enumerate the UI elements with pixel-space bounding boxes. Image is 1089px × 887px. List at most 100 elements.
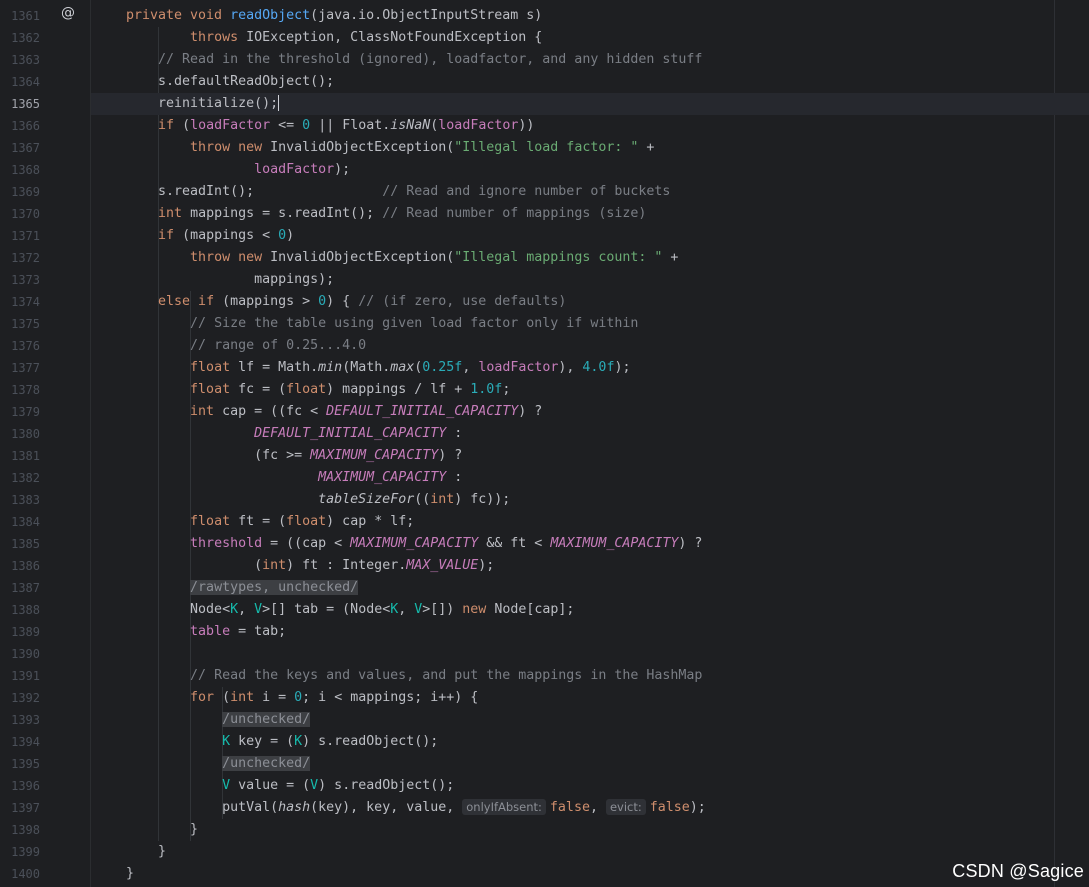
code-text: if (loadFactor <= 0 || Float.isNaN(loadF… [158, 118, 535, 133]
code-text: int mappings = s.readInt(); // Read numb… [158, 206, 647, 221]
code-line[interactable]: float fc = (float) mappings / lf + 1.0f; [91, 379, 1089, 401]
line-number: 1368 [11, 163, 40, 177]
code-line[interactable]: for (int i = 0; i < mappings; i++) { [91, 687, 1089, 709]
line-number: 1400 [11, 867, 40, 881]
code-editor[interactable]: private void readObject(java.io.ObjectIn… [91, 0, 1089, 887]
code-line[interactable]: V value = (V) s.readObject(); [91, 775, 1089, 797]
line-number: 1373 [11, 273, 40, 287]
code-line[interactable]: mappings); [91, 269, 1089, 291]
code-line[interactable]: // Read the keys and values, and put the… [91, 665, 1089, 687]
code-text: // Size the table using given load facto… [190, 316, 639, 331]
code-line[interactable] [91, 643, 1089, 665]
code-line[interactable]: MAXIMUM_CAPACITY : [91, 467, 1089, 489]
line-number: 1364 [11, 75, 40, 89]
code-line[interactable]: // range of 0.25...4.0 [91, 335, 1089, 357]
code-line[interactable]: float lf = Math.min(Math.max(0.25f, load… [91, 357, 1089, 379]
code-text: /unchecked/ [222, 712, 311, 727]
code-line[interactable]: /unchecked/ [91, 709, 1089, 731]
code-text: mappings); [126, 272, 335, 287]
code-line[interactable]: else if (mappings > 0) { // (if zero, us… [91, 291, 1089, 313]
code-text: int cap = ((fc < DEFAULT_INITIAL_CAPACIT… [190, 404, 543, 419]
code-text: } [126, 822, 199, 837]
line-number: 1393 [11, 713, 40, 727]
code-text: else if (mappings > 0) { // (if zero, us… [158, 294, 567, 309]
code-text: } [126, 844, 167, 859]
line-number: 1381 [11, 449, 40, 463]
code-text: reinitialize(); [126, 95, 280, 111]
code-text: Node<K, V>[] tab = (Node<K, V>[]) new No… [126, 602, 575, 617]
code-line[interactable]: putVal(hash(key), key, value, onlyIfAbse… [91, 797, 1089, 819]
code-line[interactable]: throw new InvalidObjectException("Illega… [91, 137, 1089, 159]
code-line[interactable]: } [91, 841, 1089, 863]
code-line[interactable]: Node<K, V>[] tab = (Node<K, V>[]) new No… [91, 599, 1089, 621]
line-number: 1380 [11, 427, 40, 441]
code-text: if (mappings < 0) [158, 228, 295, 243]
code-text: V value = (V) s.readObject(); [222, 778, 455, 793]
line-number: 1375 [11, 317, 40, 331]
code-line[interactable]: int cap = ((fc < DEFAULT_INITIAL_CAPACIT… [91, 401, 1089, 423]
override-at-icon[interactable]: @ [60, 5, 76, 21]
line-number-gutter: 1361 1362 1363 1364 1365 1366 1367 1368 1369 1370… [0, 0, 90, 887]
line-number: 1387 [11, 581, 40, 595]
code-line[interactable]: K key = (K) s.readObject(); [91, 731, 1089, 753]
line-number: 1363 [11, 53, 40, 67]
code-line[interactable]: (fc >= MAXIMUM_CAPACITY) ? [91, 445, 1089, 467]
line-number: 1390 [11, 647, 40, 661]
code-text: throws IOException, ClassNotFoundExcepti… [190, 30, 543, 45]
line-number: 1389 [11, 625, 40, 639]
code-text: DEFAULT_INITIAL_CAPACITY : [254, 426, 463, 441]
line-number: 1361 [11, 9, 40, 23]
line-number: 1378 [11, 383, 40, 397]
code-line[interactable]: loadFactor); [91, 159, 1089, 181]
code-line[interactable]: if (loadFactor <= 0 || Float.isNaN(loadF… [91, 115, 1089, 137]
code-line[interactable]: /rawtypes, unchecked/ [91, 577, 1089, 599]
code-line[interactable]: // Read in the threshold (ignored), load… [91, 49, 1089, 71]
code-line[interactable]: if (mappings < 0) [91, 225, 1089, 247]
line-number: 1371 [11, 229, 40, 243]
code-line[interactable]: DEFAULT_INITIAL_CAPACITY : [91, 423, 1089, 445]
code-line[interactable]: // Size the table using given load facto… [91, 313, 1089, 335]
code-line[interactable]: } [91, 819, 1089, 841]
code-text: for (int i = 0; i < mappings; i++) { [190, 690, 479, 705]
line-number: 1384 [11, 515, 40, 529]
code-line[interactable]: tableSizeFor((int) fc)); [91, 489, 1089, 511]
line-number: 1370 [11, 207, 40, 221]
code-line[interactable]: threshold = ((cap < MAXIMUM_CAPACITY && … [91, 533, 1089, 555]
code-line[interactable]: throws IOException, ClassNotFoundExcepti… [91, 27, 1089, 49]
code-line[interactable]: private void readObject(java.io.ObjectIn… [91, 5, 1089, 27]
code-text: // Read the keys and values, and put the… [190, 668, 703, 683]
code-text: threshold = ((cap < MAXIMUM_CAPACITY && … [190, 536, 703, 551]
line-number: 1391 [11, 669, 40, 683]
line-number: 1398 [11, 823, 40, 837]
code-text: float lf = Math.min(Math.max(0.25f, load… [190, 360, 631, 375]
code-text: K key = (K) s.readObject(); [222, 734, 439, 749]
code-line[interactable]: (int) ft : Integer.MAX_VALUE); [91, 555, 1089, 577]
code-text: s.readInt(); // Read and ignore number o… [126, 184, 671, 199]
code-line[interactable]: reinitialize(); [91, 93, 1089, 115]
line-number: 1383 [11, 493, 40, 507]
code-line[interactable]: float ft = (float) cap * lf; [91, 511, 1089, 533]
line-number: 1382 [11, 471, 40, 485]
code-text: throw new InvalidObjectException("Illega… [190, 140, 655, 155]
code-text: s.defaultReadObject(); [126, 74, 335, 89]
code-line[interactable]: /unchecked/ [91, 753, 1089, 775]
code-line[interactable]: s.readInt(); // Read and ignore number o… [91, 181, 1089, 203]
code-text: float ft = (float) cap * lf; [190, 514, 415, 529]
line-number: 1386 [11, 559, 40, 573]
line-number: 1377 [11, 361, 40, 375]
line-number: 1374 [11, 295, 40, 309]
code-line[interactable]: } [91, 863, 1089, 885]
line-number: 1366 [11, 119, 40, 133]
line-number: 1379 [11, 405, 40, 419]
line-number: 1362 [11, 31, 40, 45]
code-line[interactable]: s.defaultReadObject(); [91, 71, 1089, 93]
code-line[interactable]: int mappings = s.readInt(); // Read numb… [91, 203, 1089, 225]
code-line[interactable]: throw new InvalidObjectException("Illega… [91, 247, 1089, 269]
line-number: 1376 [11, 339, 40, 353]
line-number: 1399 [11, 845, 40, 859]
line-number: 1385 [11, 537, 40, 551]
code-text: float fc = (float) mappings / lf + 1.0f; [190, 382, 511, 397]
code-line[interactable]: table = tab; [91, 621, 1089, 643]
line-number: 1397 [11, 801, 40, 815]
line-number: 1395 [11, 757, 40, 771]
